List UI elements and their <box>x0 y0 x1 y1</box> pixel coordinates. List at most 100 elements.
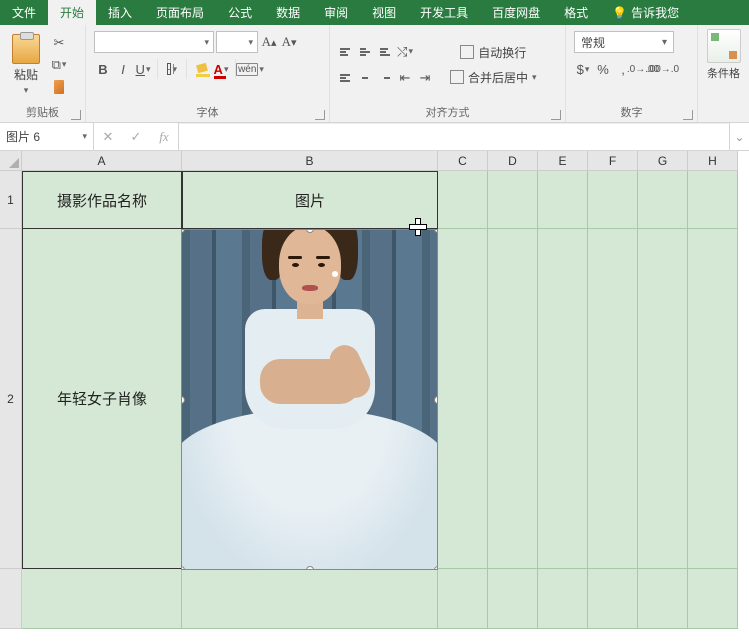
tab-home[interactable]: 开始 <box>48 0 96 25</box>
row-header-3[interactable] <box>0 569 22 629</box>
format-painter-button[interactable] <box>50 77 68 97</box>
col-header-C[interactable]: C <box>438 151 488 171</box>
tab-formulas[interactable]: 公式 <box>216 0 264 25</box>
cell-D1[interactable] <box>488 171 538 229</box>
copy-icon: ⧉ <box>52 57 61 73</box>
col-header-D[interactable]: D <box>488 151 538 171</box>
tab-file[interactable]: 文件 <box>0 0 48 25</box>
col-header-H[interactable]: H <box>688 151 738 171</box>
dialog-launcher-icon[interactable] <box>315 110 325 120</box>
dialog-launcher-icon[interactable] <box>683 110 693 120</box>
percent-format-button[interactable]: % <box>594 59 612 79</box>
font-color-button[interactable]: A▾ <box>212 59 230 79</box>
insert-function-button[interactable]: fx <box>150 127 178 147</box>
align-middle-button[interactable] <box>356 42 374 62</box>
underline-button[interactable]: U▾ <box>134 59 152 79</box>
cell-E3[interactable] <box>538 569 588 629</box>
fill-color-button[interactable]: ▾ <box>192 59 210 79</box>
cell-G3[interactable] <box>638 569 688 629</box>
group-styles: 条件格 <box>698 25 749 122</box>
merge-center-button[interactable]: 合并后居中 ▾ <box>444 67 543 88</box>
cell-D2[interactable] <box>488 229 538 569</box>
cell-D3[interactable] <box>488 569 538 629</box>
cell-B1[interactable]: 图片 <box>182 171 438 229</box>
cell-A1[interactable]: 摄影作品名称 <box>22 171 182 229</box>
cell-H1[interactable] <box>688 171 738 229</box>
cell-E1[interactable] <box>538 171 588 229</box>
cell-H2[interactable] <box>688 229 738 569</box>
decrease-font-button[interactable]: A▾ <box>280 32 298 52</box>
wrap-text-button[interactable]: 自动换行 <box>444 42 543 63</box>
decrease-decimal-button[interactable]: .00→.0 <box>654 59 672 79</box>
align-top-button[interactable] <box>336 42 354 62</box>
border-icon <box>167 63 171 75</box>
accept-formula-button[interactable]: ✓ <box>122 127 150 147</box>
resize-handle-e[interactable] <box>434 396 438 404</box>
cell-H3[interactable] <box>688 569 738 629</box>
decrease-indent-button[interactable]: ⇤ <box>396 68 414 88</box>
paste-label: 粘贴 <box>14 66 38 83</box>
tab-bdisk[interactable]: 百度网盘 <box>480 0 552 25</box>
merge-icon <box>450 70 464 84</box>
tab-review[interactable]: 审阅 <box>312 0 360 25</box>
tab-format[interactable]: 格式 <box>552 0 600 25</box>
cell-G1[interactable] <box>638 171 688 229</box>
row-header-2[interactable]: 2 <box>0 229 22 569</box>
tell-me[interactable]: 💡 告诉我您 <box>600 0 691 25</box>
cell-F3[interactable] <box>588 569 638 629</box>
font-size-combo[interactable]: ▾ <box>216 31 258 53</box>
cell-C1[interactable] <box>438 171 488 229</box>
cell-C2[interactable] <box>438 229 488 569</box>
embedded-picture[interactable] <box>181 229 438 570</box>
select-all-corner[interactable] <box>0 151 22 171</box>
align-center-button[interactable] <box>356 68 374 88</box>
col-header-G[interactable]: G <box>638 151 688 171</box>
cell-F2[interactable] <box>588 229 638 569</box>
col-header-F[interactable]: F <box>588 151 638 171</box>
tab-dev[interactable]: 开发工具 <box>408 0 480 25</box>
resize-handle-se[interactable] <box>434 566 438 570</box>
tab-insert[interactable]: 插入 <box>96 0 144 25</box>
dialog-launcher-icon[interactable] <box>551 110 561 120</box>
italic-button[interactable]: I <box>114 59 132 79</box>
increase-font-button[interactable]: A▴ <box>260 32 278 52</box>
cell-F1[interactable] <box>588 171 638 229</box>
align-bottom-button[interactable] <box>376 42 394 62</box>
cut-button[interactable]: ✂ <box>50 33 68 53</box>
increase-indent-button[interactable]: ⇥ <box>416 68 434 88</box>
orientation-button[interactable]: ⤭▾ <box>396 42 414 62</box>
brush-icon <box>54 80 64 94</box>
phonetic-button[interactable]: wén▾ <box>241 59 259 79</box>
tab-layout[interactable]: 页面布局 <box>144 0 216 25</box>
col-header-A[interactable]: A <box>22 151 182 171</box>
bold-button[interactable]: B <box>94 59 112 79</box>
number-format-combo[interactable]: 常规▾ <box>574 31 674 53</box>
cell-C3[interactable] <box>438 569 488 629</box>
col-header-E[interactable]: E <box>538 151 588 171</box>
align-right-button[interactable] <box>376 68 394 88</box>
resize-handle-s[interactable] <box>306 566 314 570</box>
row-headers: 12 <box>0 171 22 629</box>
tab-view[interactable]: 视图 <box>360 0 408 25</box>
cell-B3[interactable] <box>182 569 438 629</box>
accounting-format-button[interactable]: $▾ <box>574 59 592 79</box>
cell-E2[interactable] <box>538 229 588 569</box>
conditional-formatting-button[interactable] <box>707 29 741 63</box>
tab-data[interactable]: 数据 <box>264 0 312 25</box>
cell-A3[interactable] <box>22 569 182 629</box>
ribbon: 粘贴 ▾ ✂ ⧉▾ 剪贴板 ▾ ▾ A▴ A▾ B I U▾ <box>0 25 749 123</box>
formula-input[interactable] <box>179 123 729 150</box>
font-family-combo[interactable]: ▾ <box>94 31 214 53</box>
cell-A2[interactable]: 年轻女子肖像 <box>22 229 182 569</box>
borders-button[interactable]: ▾ <box>163 59 181 79</box>
copy-button[interactable]: ⧉▾ <box>50 55 68 75</box>
paste-button[interactable]: 粘贴 ▾ <box>6 32 46 98</box>
dialog-launcher-icon[interactable] <box>71 110 81 120</box>
col-header-B[interactable]: B <box>182 151 438 171</box>
cell-G2[interactable] <box>638 229 688 569</box>
expand-formula-bar-button[interactable]: ⌄ <box>729 123 749 150</box>
row-header-1[interactable]: 1 <box>0 171 22 229</box>
align-left-button[interactable] <box>336 68 354 88</box>
name-box[interactable]: 图片 6 ▾ <box>0 123 94 150</box>
cancel-formula-button[interactable]: ✕ <box>94 127 122 147</box>
